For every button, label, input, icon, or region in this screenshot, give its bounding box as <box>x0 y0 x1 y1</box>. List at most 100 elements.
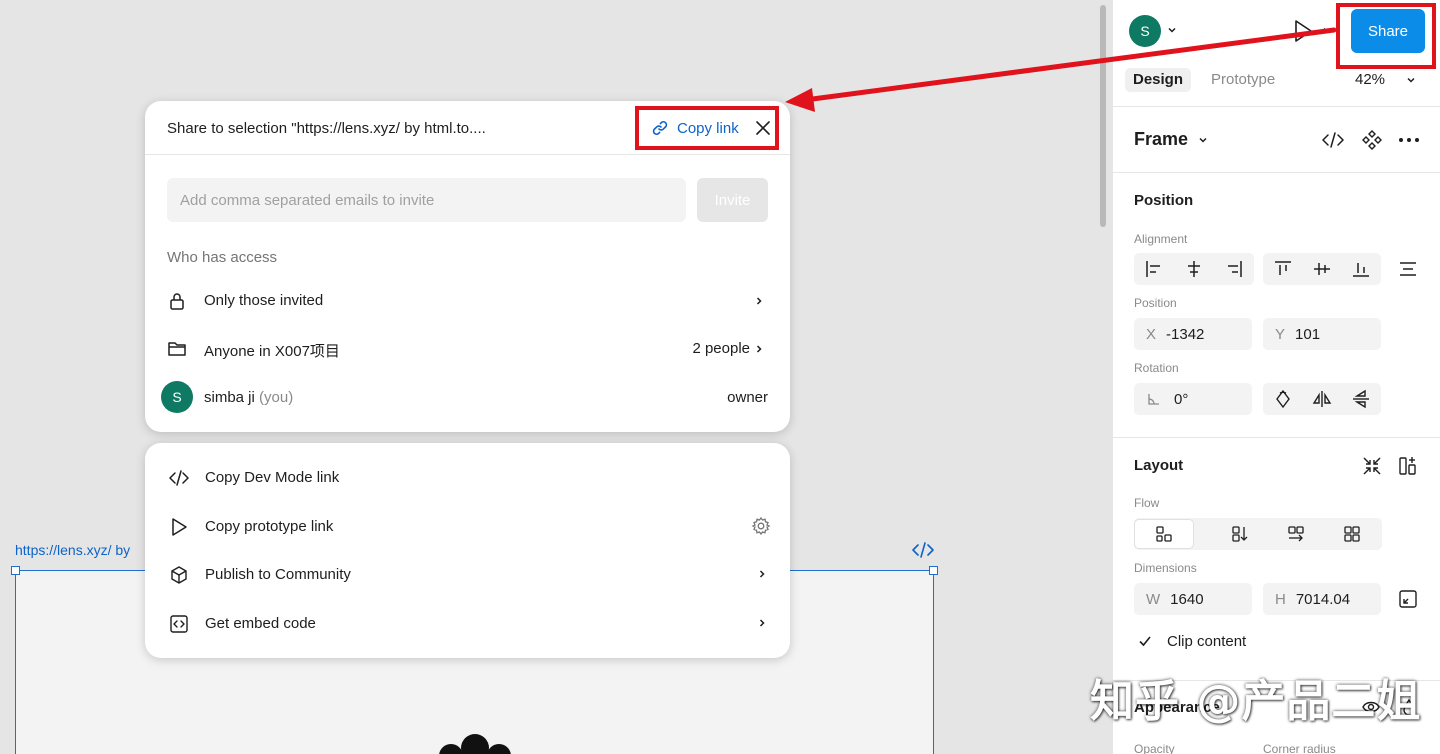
community-icon <box>171 566 187 584</box>
invite-email-input[interactable] <box>167 178 686 222</box>
menu-item-copy-dev-mode-link[interactable]: Copy Dev Mode link <box>145 455 790 499</box>
rotation-field[interactable]: 0° <box>1134 383 1252 415</box>
avatar: S <box>161 381 193 413</box>
y-position-field[interactable]: Y 101 <box>1263 318 1381 350</box>
chevron-down-icon[interactable] <box>1197 134 1209 146</box>
height-value[interactable]: 7014.04 <box>1296 591 1350 608</box>
user-name: simba ji <box>204 389 255 406</box>
divider <box>1113 106 1440 107</box>
access-row-team[interactable]: Anyone in X007项目 2 people <box>145 329 790 369</box>
rotation-value[interactable]: 0° <box>1174 391 1188 408</box>
menu-item-label: Copy Dev Mode link <box>205 469 340 486</box>
collapse-icon[interactable] <box>1361 455 1383 477</box>
grid-flow-icon[interactable] <box>1342 524 1362 544</box>
zoom-level[interactable]: 42% <box>1355 71 1385 88</box>
align-center-icon[interactable] <box>1183 258 1205 280</box>
chevron-down-icon[interactable] <box>1321 24 1333 36</box>
position-label: Position <box>1134 296 1177 310</box>
resize-handle-top-right[interactable] <box>929 566 938 575</box>
align-bottom-icon[interactable] <box>1350 258 1372 280</box>
share-dialog: Share to selection "https://lens.xyz/ by… <box>145 101 790 432</box>
flip-vertical-icon[interactable] <box>1350 388 1372 410</box>
play-icon[interactable] <box>1291 18 1315 44</box>
rotate-icon[interactable] <box>1272 388 1294 410</box>
flow-label: Flow <box>1134 496 1160 510</box>
flow-options <box>1134 518 1382 550</box>
align-left-icon[interactable] <box>1143 258 1165 280</box>
dialog-title: Share to selection "https://lens.xyz/ by… <box>167 120 486 137</box>
frame-type-title[interactable]: Frame <box>1134 129 1188 150</box>
code-icon[interactable] <box>1321 130 1345 150</box>
tab-design[interactable]: Design <box>1125 68 1192 92</box>
clip-content-label[interactable]: Clip content <box>1167 633 1246 650</box>
chevron-right-icon[interactable] <box>753 343 765 355</box>
code-icon[interactable] <box>912 541 934 559</box>
corner-radius-label: Corner radius <box>1263 742 1336 754</box>
horizontal-alignment-group <box>1134 253 1254 285</box>
clip-content-checkbox[interactable] <box>1137 633 1153 649</box>
share-links-menu: Copy Dev Mode link Copy prototype link P… <box>145 443 790 658</box>
owner-role: owner <box>727 389 768 406</box>
who-has-access-heading: Who has access <box>167 249 278 266</box>
menu-item-copy-prototype-link[interactable]: Copy prototype link <box>145 504 790 548</box>
you-label: (you) <box>259 389 294 406</box>
tab-prototype[interactable]: Prototype <box>1203 68 1283 92</box>
flow-freeform-option[interactable] <box>1134 519 1194 549</box>
height-field[interactable]: H 7014.04 <box>1263 583 1381 615</box>
user-name-line: simba ji (you) <box>204 389 293 406</box>
close-icon[interactable] <box>755 120 771 136</box>
width-field[interactable]: W 1640 <box>1134 583 1252 615</box>
frame-name-label[interactable]: https://lens.xyz/ by <box>15 542 130 558</box>
gear-icon[interactable] <box>751 516 771 536</box>
people-count: 2 people <box>692 340 750 357</box>
access-row-label: Anyone in X007项目 <box>204 343 340 360</box>
rotation-actions <box>1263 383 1381 415</box>
code-icon <box>169 470 189 486</box>
resize-to-fit-icon[interactable] <box>1397 588 1419 610</box>
w-prefix: W <box>1146 590 1161 608</box>
copy-link-button[interactable]: Copy link <box>651 119 739 137</box>
x-value[interactable]: -1342 <box>1166 326 1204 343</box>
menu-item-label: Publish to Community <box>205 566 351 583</box>
dimensions-label: Dimensions <box>1134 561 1197 575</box>
invite-button[interactable]: Invite <box>697 178 768 222</box>
menu-item-publish-to-community[interactable]: Publish to Community <box>145 552 790 596</box>
freeform-icon <box>1156 526 1172 542</box>
y-value[interactable]: 101 <box>1295 326 1320 343</box>
menu-item-label: Copy prototype link <box>205 518 334 535</box>
avatar[interactable]: S <box>1129 15 1161 47</box>
chevron-right-icon <box>759 619 765 627</box>
distribute-icon[interactable] <box>1397 258 1419 280</box>
canvas-scrollbar[interactable] <box>1100 5 1106 227</box>
position-section-title: Position <box>1134 192 1194 209</box>
y-prefix: Y <box>1275 325 1286 343</box>
menu-item-label: Get embed code <box>205 615 316 632</box>
opacity-label: Opacity <box>1134 742 1175 754</box>
flip-horizontal-icon[interactable] <box>1311 388 1333 410</box>
resize-handle-top-left[interactable] <box>11 566 20 575</box>
h-prefix: H <box>1275 590 1286 608</box>
chevron-right-icon <box>759 570 765 578</box>
divider <box>1113 172 1440 173</box>
copy-link-label[interactable]: Copy link <box>677 120 739 137</box>
access-row-label: Only those invited <box>204 292 324 309</box>
auto-layout-icon[interactable] <box>1397 455 1419 477</box>
width-value[interactable]: 1640 <box>1170 591 1203 608</box>
component-icon[interactable] <box>1361 129 1383 151</box>
vertical-flow-icon[interactable] <box>1230 524 1250 544</box>
access-row-invited[interactable]: Only those invited <box>145 281 790 321</box>
share-button-highlight <box>1336 3 1436 69</box>
chevron-down-icon[interactable] <box>1405 74 1417 86</box>
lock-icon <box>170 293 184 310</box>
chevron-right-icon[interactable] <box>753 295 765 307</box>
x-position-field[interactable]: X -1342 <box>1134 318 1252 350</box>
align-top-icon[interactable] <box>1272 258 1294 280</box>
menu-item-get-embed-code[interactable]: Get embed code <box>145 601 790 645</box>
chevron-down-icon[interactable] <box>1166 24 1178 36</box>
more-icon[interactable] <box>1397 130 1421 150</box>
align-middle-icon[interactable] <box>1311 258 1333 280</box>
divider <box>1113 437 1440 438</box>
align-right-icon[interactable] <box>1223 258 1245 280</box>
horizontal-flow-icon[interactable] <box>1286 524 1306 544</box>
rotation-label: Rotation <box>1134 361 1179 375</box>
